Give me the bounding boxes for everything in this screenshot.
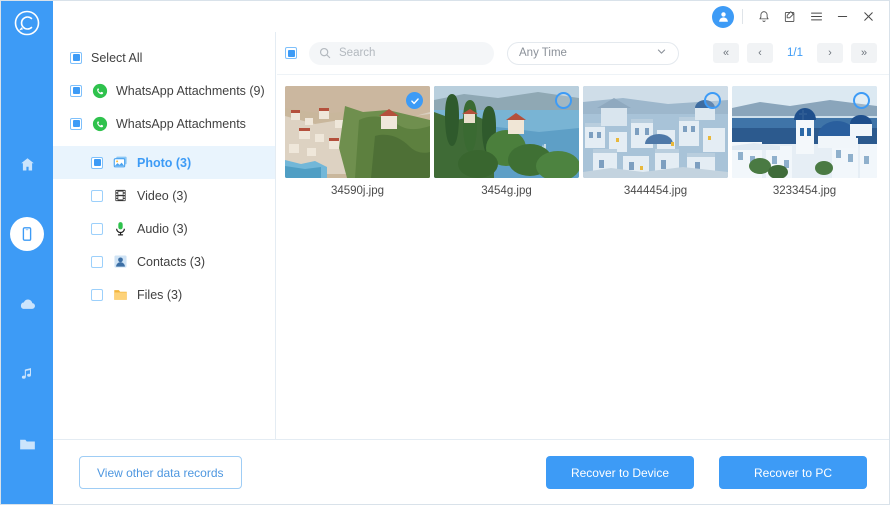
gallery-item-filename: 3233454.jpg [772,185,837,197]
footer-actions: Recover to Device Recover to PC [546,456,867,489]
gallery-item-filename: 3444454.jpg [623,185,688,197]
rail-item-cloud[interactable] [1,269,53,339]
thumbnail-blue-village[interactable] [583,86,728,178]
audio-label: Audio (3) [137,221,188,236]
thumbnail-coast-town[interactable] [285,86,430,178]
time-filter-value: Any Time [519,47,567,59]
audio-checkbox[interactable] [91,222,103,235]
next-page-button[interactable]: › [817,43,843,63]
feedback-note-icon[interactable] [777,4,803,30]
sidebar-item-audio[interactable]: Audio (3) [53,212,275,245]
home-icon [10,147,44,181]
menu-hamburger-icon[interactable] [803,4,829,30]
gallery-item[interactable]: 34590j.jpg [285,86,434,197]
rail-item-music[interactable] [1,339,53,409]
contacts-icon [112,253,129,270]
page-indicator: 1/1 [787,47,803,59]
cloud-icon [10,287,44,321]
content-toolbar: Any Time « ‹ 1/1 › » [277,32,889,75]
rail-item-device[interactable] [1,199,53,269]
thumbnail-santorini-domes[interactable] [732,86,877,178]
close-icon[interactable] [855,4,881,30]
whatsapp-icon [91,82,108,99]
gallery-item[interactable]: 3444454.jpg [583,86,732,197]
footer-bar: View other data records Recover to Devic… [53,439,889,504]
view-other-data-records-button[interactable]: View other data records [79,456,242,489]
gallery-item[interactable]: 3233454.jpg [732,86,881,197]
left-nav-rail [1,1,53,504]
group-checkbox[interactable] [70,84,82,97]
whatsapp-icon [91,115,108,132]
chevron-down-icon [656,46,667,60]
sidebar-item-video[interactable]: Video (3) [53,179,275,212]
selection-badge-unchecked[interactable] [704,92,721,109]
minimize-icon[interactable] [829,4,855,30]
search-icon [319,47,331,59]
video-label: Video (3) [137,188,188,203]
sidebar-group-whatsapp-1[interactable]: WhatsApp Attachments (9) [53,74,275,107]
rail-item-home[interactable] [1,129,53,199]
contacts-checkbox[interactable] [91,255,103,268]
sidebar-item-photo[interactable]: Photo (3) [53,146,275,179]
search-input[interactable] [337,46,484,60]
toolbar-select-all-checkbox[interactable] [285,47,297,59]
window-controls [712,1,881,32]
sidebar-item-files[interactable]: Files (3) [53,278,275,311]
photo-grid: 34590j.jpg 3454g.jpg 3444454.jpg 3233454… [277,75,889,209]
thumbnail-lake-cypress[interactable] [434,86,579,178]
app-logo-circle-c-icon [14,10,40,36]
rail-items [1,129,53,479]
search-input-wrapper[interactable] [309,41,494,65]
music-note-icon [10,357,44,391]
select-all-label: Select All [91,50,143,65]
selection-badge-unchecked[interactable] [853,92,870,109]
sidebar-item-select-all[interactable]: Select All [53,41,275,74]
last-page-button[interactable]: » [851,43,877,63]
gallery-item-filename: 34590j.jpg [330,185,385,197]
gallery-item-filename: 3454g.jpg [481,185,532,197]
title-bar [53,1,889,32]
selection-badge-checked[interactable] [406,92,423,109]
video-checkbox[interactable] [91,189,103,202]
app-logo [9,5,45,41]
recover-to-device-button[interactable]: Recover to Device [546,456,694,489]
video-icon [112,187,129,204]
files-folder-icon [112,286,129,303]
files-checkbox[interactable] [91,288,103,301]
rail-item-files[interactable] [1,409,53,479]
sidebar-group-whatsapp-2[interactable]: WhatsApp Attachments [53,107,275,140]
sidebar-item-contacts[interactable]: Contacts (3) [53,245,275,278]
contacts-label: Contacts (3) [137,254,206,269]
first-page-button[interactable]: « [713,43,739,63]
photo-checkbox[interactable] [91,156,103,169]
group-checkbox[interactable] [70,117,82,130]
photo-label: Photo (3) [137,155,192,170]
phone-device-icon [10,217,44,251]
selection-badge-unchecked[interactable] [555,92,572,109]
photo-icon [112,154,129,171]
pagination: « ‹ 1/1 › » [713,43,877,63]
folder-icon [10,427,44,461]
user-avatar-icon[interactable] [712,5,734,28]
content-panel: Any Time « ‹ 1/1 › » [277,32,889,439]
toolbar-divider [742,9,743,24]
time-filter-select[interactable]: Any Time [507,41,679,65]
select-all-checkbox[interactable] [70,51,82,64]
gallery-item[interactable]: 3454g.jpg [434,86,583,197]
recover-to-pc-button[interactable]: Recover to PC [719,456,867,489]
audio-mic-icon [112,220,129,237]
prev-page-button[interactable]: ‹ [747,43,773,63]
group-label: WhatsApp Attachments [116,116,246,131]
notification-bell-icon[interactable] [751,4,777,30]
files-label: Files (3) [137,287,183,302]
app-window: Select All WhatsApp Attachments (9) What… [0,0,890,505]
group-label: WhatsApp Attachments (9) [116,83,265,98]
category-sidebar: Select All WhatsApp Attachments (9) What… [53,32,276,439]
